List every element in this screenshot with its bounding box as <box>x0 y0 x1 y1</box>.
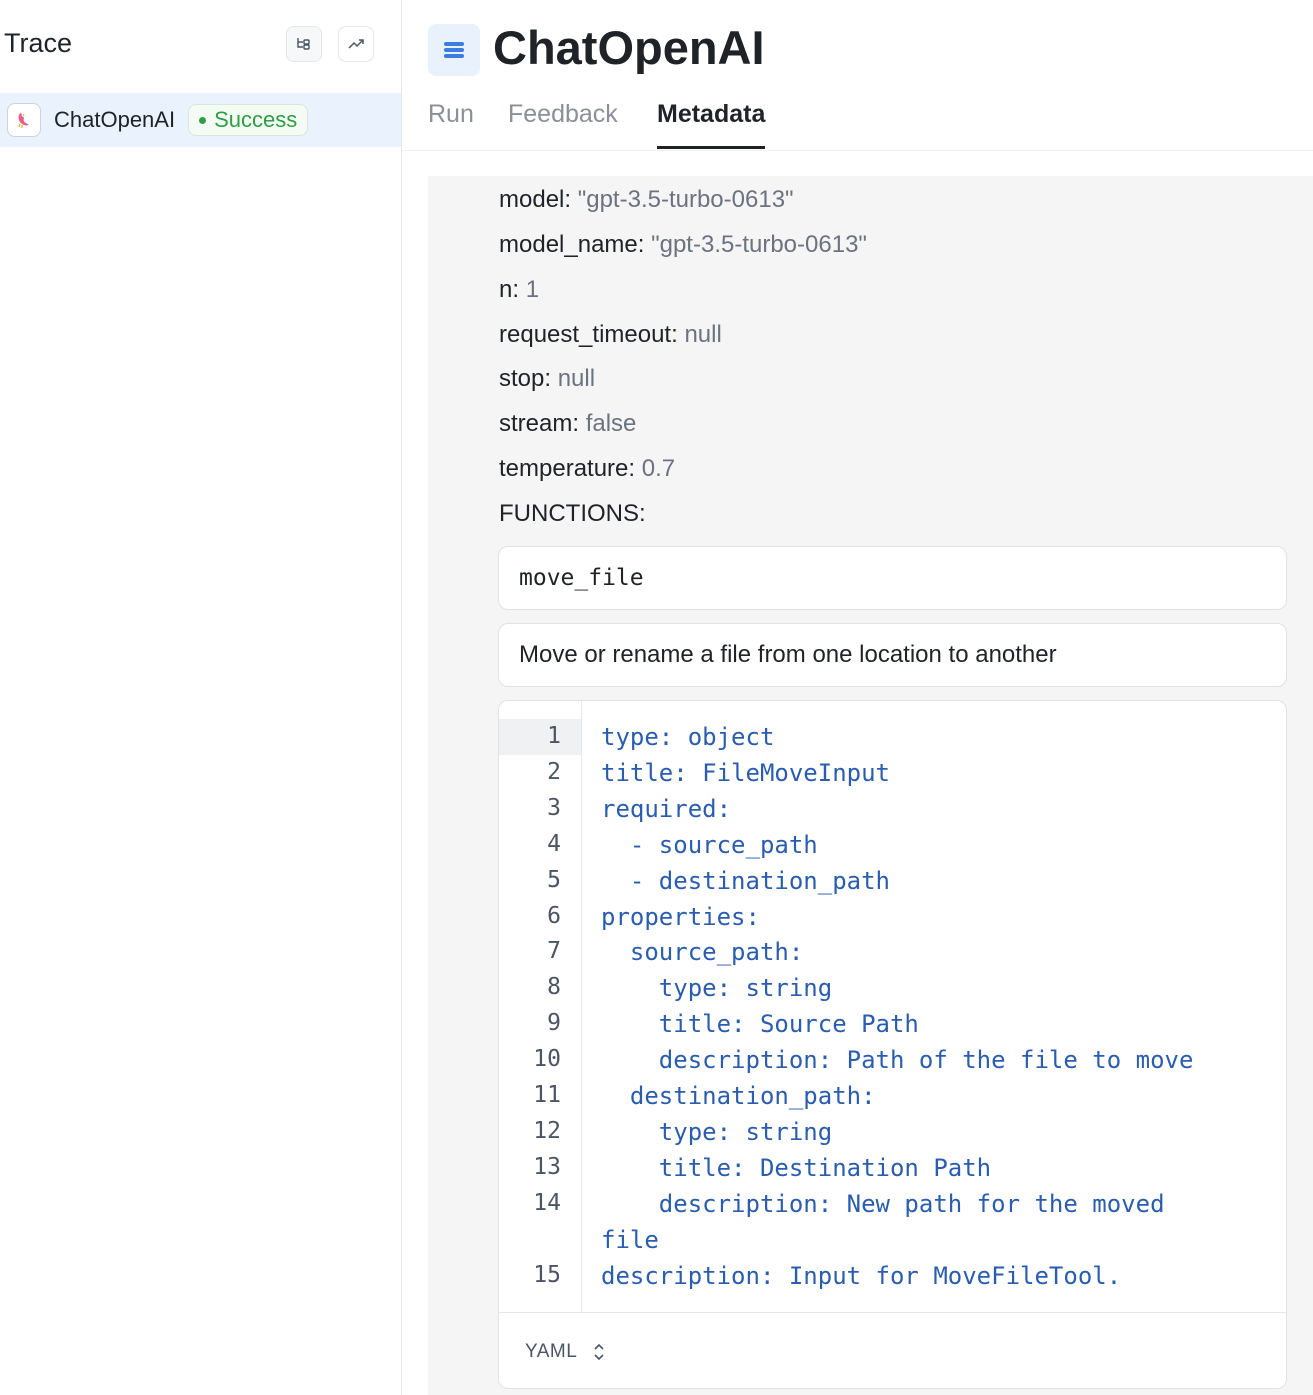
stack-icon <box>444 42 464 58</box>
trend-view-button[interactable] <box>338 26 374 62</box>
metadata-field: model: "gpt-3.5-turbo-0613" <box>499 186 794 213</box>
code-line: - source_path <box>601 831 818 859</box>
line-number: 11 <box>533 1082 561 1108</box>
code-line: type: object <box>601 723 775 751</box>
line-number: 3 <box>547 795 561 821</box>
tab-metadata[interactable]: Metadata <box>657 100 766 149</box>
code-line: source_path: <box>601 938 804 966</box>
code-line: description: Path of the file to move <box>601 1046 1194 1074</box>
code-line: description: Input for MoveFileTool. <box>601 1262 1122 1290</box>
metadata-panel: model: "gpt-3.5-turbo-0613" model_name: … <box>428 176 1313 1395</box>
line-number: 10 <box>533 1046 561 1072</box>
tab-run[interactable]: Run <box>428 100 474 148</box>
tree-view-button[interactable] <box>286 26 322 62</box>
trending-up-icon <box>348 39 364 49</box>
status-label: Success <box>214 107 298 132</box>
code-line: title: FileMoveInput <box>601 759 890 787</box>
parrot-icon <box>18 113 29 128</box>
line-gutter: 1 2 3 4 5 6 7 8 9 10 11 12 13 14 15 <box>499 701 582 1312</box>
code-line: properties: <box>601 903 760 931</box>
language-select[interactable]: YAML <box>525 1341 577 1363</box>
code-line: destination_path: <box>601 1082 876 1110</box>
function-description-box: Move or rename a file from one location … <box>498 623 1287 687</box>
metadata-field: n: 1 <box>499 276 540 303</box>
metadata-field: stream: false <box>499 410 637 437</box>
code-line: type: string <box>601 1118 833 1146</box>
code-line: file <box>601 1226 659 1254</box>
line-number: 2 <box>547 759 561 785</box>
llm-type-icon <box>428 24 480 76</box>
metadata-field: request_timeout: null <box>499 321 722 348</box>
code-editor[interactable]: 1 2 3 4 5 6 7 8 9 10 11 12 13 14 15 type: object title:… <box>498 700 1287 1389</box>
function-name: move_file <box>519 565 644 591</box>
code-line: title: Source Path <box>601 1010 919 1038</box>
line-number: 1 <box>547 723 561 749</box>
metadata-field: stop: null <box>499 365 596 392</box>
line-number: 6 <box>547 903 561 929</box>
line-number: 4 <box>547 831 561 857</box>
line-number: 12 <box>533 1118 561 1144</box>
trace-header: Trace <box>0 0 401 92</box>
tab-feedback[interactable]: Feedback <box>508 100 618 148</box>
metadata-field: temperature: 0.7 <box>499 455 676 482</box>
line-number: 8 <box>547 974 561 1000</box>
trace-sidebar: Trace ChatOpenAI Success <box>0 0 402 1395</box>
code-line: title: Destination Path <box>601 1154 992 1182</box>
line-number: 14 <box>533 1190 561 1216</box>
functions-label: FUNCTIONS: <box>499 500 646 527</box>
code-footer: YAML <box>499 1312 1286 1388</box>
chevron-up-down-icon[interactable] <box>591 1340 607 1364</box>
run-detail: ChatOpenAI Run Feedback Metadata model: … <box>402 0 1313 1395</box>
hierarchy-icon <box>297 38 310 50</box>
run-header: ChatOpenAI Run Feedback Metadata <box>402 0 1313 151</box>
code-line: description: New path for the moved <box>601 1190 1165 1218</box>
code-line: required: <box>601 795 732 823</box>
run-avatar <box>7 103 41 137</box>
status-badge: Success <box>188 104 309 136</box>
line-number: 15 <box>533 1262 561 1288</box>
line-number: 13 <box>533 1154 561 1180</box>
function-description: Move or rename a file from one location … <box>519 641 1057 668</box>
line-number: 7 <box>547 938 561 964</box>
function-name-box: move_file <box>498 546 1287 610</box>
code-line: type: string <box>601 974 833 1002</box>
line-number: 9 <box>547 1010 561 1036</box>
page-title: ChatOpenAI <box>493 21 765 74</box>
trace-title: Trace <box>4 28 73 58</box>
code-line: - destination_path <box>601 867 890 895</box>
run-list-item[interactable]: ChatOpenAI Success <box>0 93 401 147</box>
line-number: 5 <box>547 867 561 893</box>
metadata-field: model_name: "gpt-3.5-turbo-0613" <box>499 231 867 258</box>
run-name: ChatOpenAI <box>54 107 176 132</box>
status-dot-icon <box>199 116 207 124</box>
